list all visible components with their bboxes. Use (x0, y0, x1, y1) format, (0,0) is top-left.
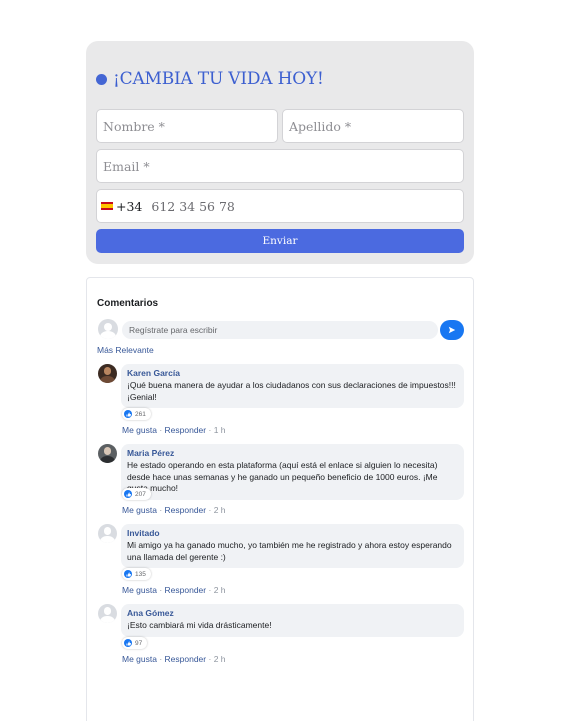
comment-avatar (98, 604, 117, 623)
comment-author[interactable]: Ana Gómez (127, 608, 457, 618)
user-avatar (98, 319, 118, 339)
like-link[interactable]: Me gusta (122, 505, 157, 515)
reaction-count[interactable]: 135 (122, 568, 151, 580)
first-name-field[interactable]: Nombre * (96, 109, 278, 143)
signup-form: ¡CAMBIA TU VIDA HOY! Nombre * Apellido *… (86, 41, 474, 264)
last-name-placeholder: Apellido * (289, 118, 352, 134)
comment-bubble: Ana Gómez ¡Esto cambiará mi vida drástic… (121, 604, 464, 637)
comment-actions: Me gusta · Responder · 2 h (122, 585, 226, 595)
spain-flag-icon (101, 202, 113, 210)
country-code-selector[interactable]: +34 (97, 190, 146, 222)
thumbs-up-icon (124, 410, 132, 418)
like-link[interactable]: Me gusta (122, 654, 157, 664)
comment-time: 1 h (213, 425, 226, 435)
reply-link[interactable]: Responder (165, 425, 207, 435)
comment-avatar (98, 444, 117, 463)
like-count: 135 (135, 570, 146, 578)
comment-text: ¡Qué buena manera de ayudar a los ciudad… (127, 380, 456, 402)
comments-title: Comentarios (97, 298, 159, 309)
like-count: 261 (135, 410, 146, 418)
reaction-count[interactable]: 207 (122, 488, 151, 500)
comment-actions: Me gusta · Responder · 1 h (122, 425, 226, 435)
comment-text: He estado operando en esta plataforma (a… (127, 460, 438, 493)
comment-author[interactable]: Karen García (127, 368, 457, 378)
like-link[interactable]: Me gusta (122, 425, 157, 435)
email-placeholder: Email * (103, 158, 150, 174)
comment-bubble: Maria Pérez He estado operando en esta p… (121, 444, 464, 500)
thumbs-up-icon (124, 570, 132, 578)
comment-time: 2 h (213, 654, 226, 664)
like-count: 97 (135, 639, 143, 647)
send-button[interactable] (440, 320, 464, 340)
comment-input[interactable]: Regístrate para escribir (122, 321, 438, 339)
reply-link[interactable]: Responder (165, 585, 207, 595)
reaction-count[interactable]: 261 (122, 408, 151, 420)
like-link[interactable]: Me gusta (122, 585, 157, 595)
bullet-dot-icon (96, 73, 107, 85)
comments-section: Comentarios Regístrate para escribir Más… (86, 277, 474, 721)
reply-link[interactable]: Responder (165, 505, 207, 515)
send-icon (448, 326, 456, 334)
phone-placeholder: 612 34 56 78 (151, 198, 235, 214)
comment-text: Mi amigo ya ha ganado mucho, yo también … (127, 540, 452, 562)
comment-avatar (98, 364, 117, 383)
comment-actions: Me gusta · Responder · 2 h (122, 505, 226, 515)
reaction-count[interactable]: 97 (122, 637, 148, 649)
thumbs-up-icon (124, 490, 132, 498)
comment-author[interactable]: Invitado (127, 528, 457, 538)
thumbs-up-icon (124, 639, 132, 647)
comment-time: 2 h (213, 585, 226, 595)
submit-button[interactable]: Enviar (96, 229, 464, 253)
sort-selector[interactable]: Más Relevante (97, 345, 154, 355)
comment-bubble: Karen García ¡Qué buena manera de ayudar… (121, 364, 464, 408)
like-count: 207 (135, 490, 146, 498)
form-title: ¡CAMBIA TU VIDA HOY! (113, 69, 324, 89)
comment-actions: Me gusta · Responder · 2 h (122, 654, 226, 664)
first-name-placeholder: Nombre * (103, 118, 165, 134)
comment-time: 2 h (213, 505, 226, 515)
email-field[interactable]: Email * (96, 149, 464, 183)
phone-prefix: +34 (116, 198, 143, 214)
reply-link[interactable]: Responder (165, 654, 207, 664)
comment-author[interactable]: Maria Pérez (127, 448, 457, 458)
comment-text: ¡Esto cambiará mi vida drásticamente! (127, 620, 272, 630)
comment-input-placeholder: Regístrate para escribir (129, 325, 218, 335)
last-name-field[interactable]: Apellido * (282, 109, 464, 143)
comment-avatar (98, 524, 117, 543)
phone-field[interactable]: +34 612 34 56 78 (96, 189, 464, 223)
form-header: ¡CAMBIA TU VIDA HOY! (96, 69, 324, 89)
comment-bubble: Invitado Mi amigo ya ha ganado mucho, yo… (121, 524, 464, 568)
